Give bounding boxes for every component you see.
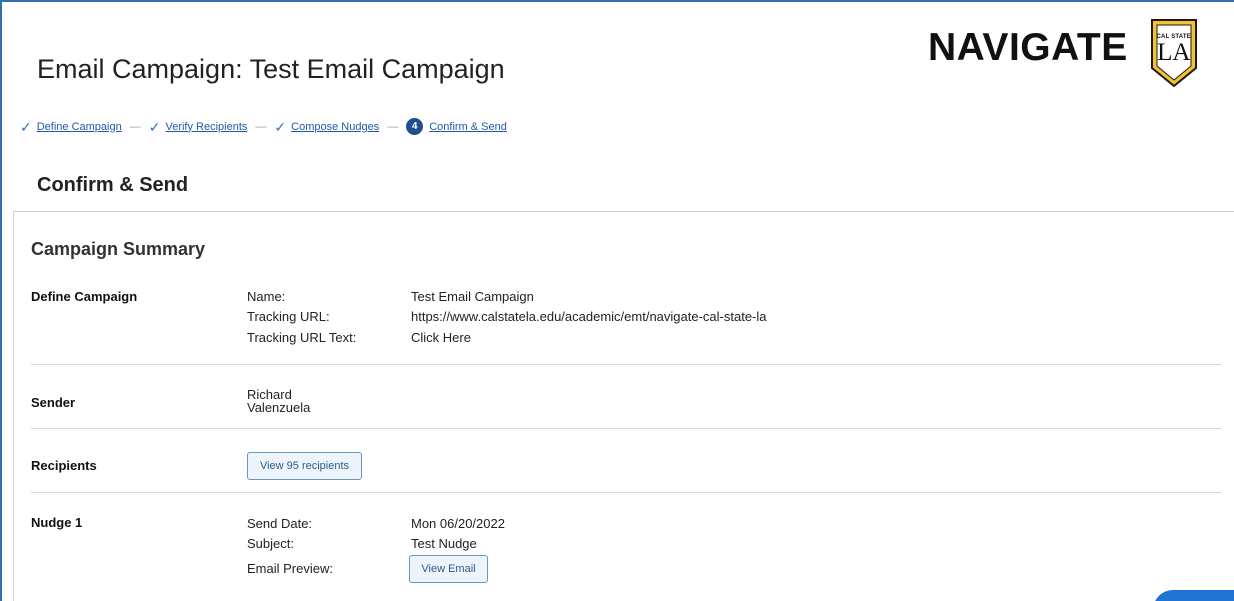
view-recipients-button[interactable]: View 95 recipients <box>247 452 362 480</box>
step-define-campaign[interactable]: ✓ Define Campaign <box>20 120 122 134</box>
step-link[interactable]: Confirm & Send <box>429 121 507 133</box>
tracking-url-text-value: Click Here <box>411 330 471 345</box>
row-label: Recipients <box>31 458 97 473</box>
row-label: Define Campaign <box>31 289 138 304</box>
tracking-url-text-label: Tracking URL Text: <box>247 330 357 345</box>
tracking-url-label: Tracking URL: <box>247 309 330 324</box>
send-date-value: Mon 06/20/2022 <box>411 516 505 531</box>
sender-last-name: Valenzuela <box>247 400 311 415</box>
help-chat-button[interactable] <box>1153 590 1234 601</box>
row-label: Nudge 1 <box>31 515 83 530</box>
row-label: Sender <box>31 395 76 410</box>
step-verify-recipients[interactable]: ✓ Verify Recipients <box>149 120 248 134</box>
cal-state-la-logo-icon: CAL STATE LA <box>1146 14 1202 90</box>
subject-label: Subject: <box>247 536 294 551</box>
sender-row: Sender Richard Valenzuela <box>31 386 1221 426</box>
step-confirm-send[interactable]: 4 Confirm & Send <box>406 118 507 135</box>
recipients-row: Recipients View 95 recipients <box>31 450 1221 490</box>
view-email-button[interactable]: View Email <box>409 555 488 583</box>
tracking-url-value: https://www.calstatela.edu/academic/emt/… <box>411 309 767 324</box>
campaign-stepper: ✓ Define Campaign — ✓ Verify Recipients … <box>20 118 507 135</box>
section-title: Confirm & Send <box>37 174 189 196</box>
nudge-1-row: Nudge 1 Send Date: Mon 06/20/2022 Subjec… <box>31 514 1221 601</box>
send-date-label: Send Date: <box>247 516 313 531</box>
row-divider <box>31 492 1221 493</box>
step-number-badge: 4 <box>406 118 424 135</box>
card-title: Campaign Summary <box>31 239 206 259</box>
name-label: Name: <box>247 289 286 304</box>
page-title: Email Campaign: Test Email Campaign <box>37 54 505 84</box>
step-link[interactable]: Define Campaign <box>37 121 122 133</box>
name-value: Test Email Campaign <box>411 289 534 304</box>
define-campaign-row: Define Campaign Name: Test Email Campaig… <box>31 288 1221 358</box>
step-link[interactable]: Verify Recipients <box>165 121 247 133</box>
checkmark-icon: ✓ <box>20 118 32 135</box>
subject-value: Test Nudge <box>411 536 477 551</box>
navigate-logo: NAVIGATE <box>928 26 1128 69</box>
brand: NAVIGATE CAL STATE LA <box>928 14 1202 90</box>
row-divider <box>31 364 1221 365</box>
row-divider <box>31 428 1221 429</box>
step-compose-nudges[interactable]: ✓ Compose Nudges <box>274 120 379 134</box>
badge-main-text: LA <box>1157 39 1191 66</box>
email-preview-label: Email Preview: <box>247 561 333 576</box>
step-separator: — <box>255 120 267 133</box>
checkmark-icon: ✓ <box>148 118 161 135</box>
campaign-summary-card: Campaign Summary Define Campaign Name: T… <box>13 211 1234 601</box>
step-separator: — <box>387 120 399 133</box>
checkmark-icon: ✓ <box>274 118 287 135</box>
step-separator: — <box>129 120 141 133</box>
step-link[interactable]: Compose Nudges <box>291 121 379 133</box>
